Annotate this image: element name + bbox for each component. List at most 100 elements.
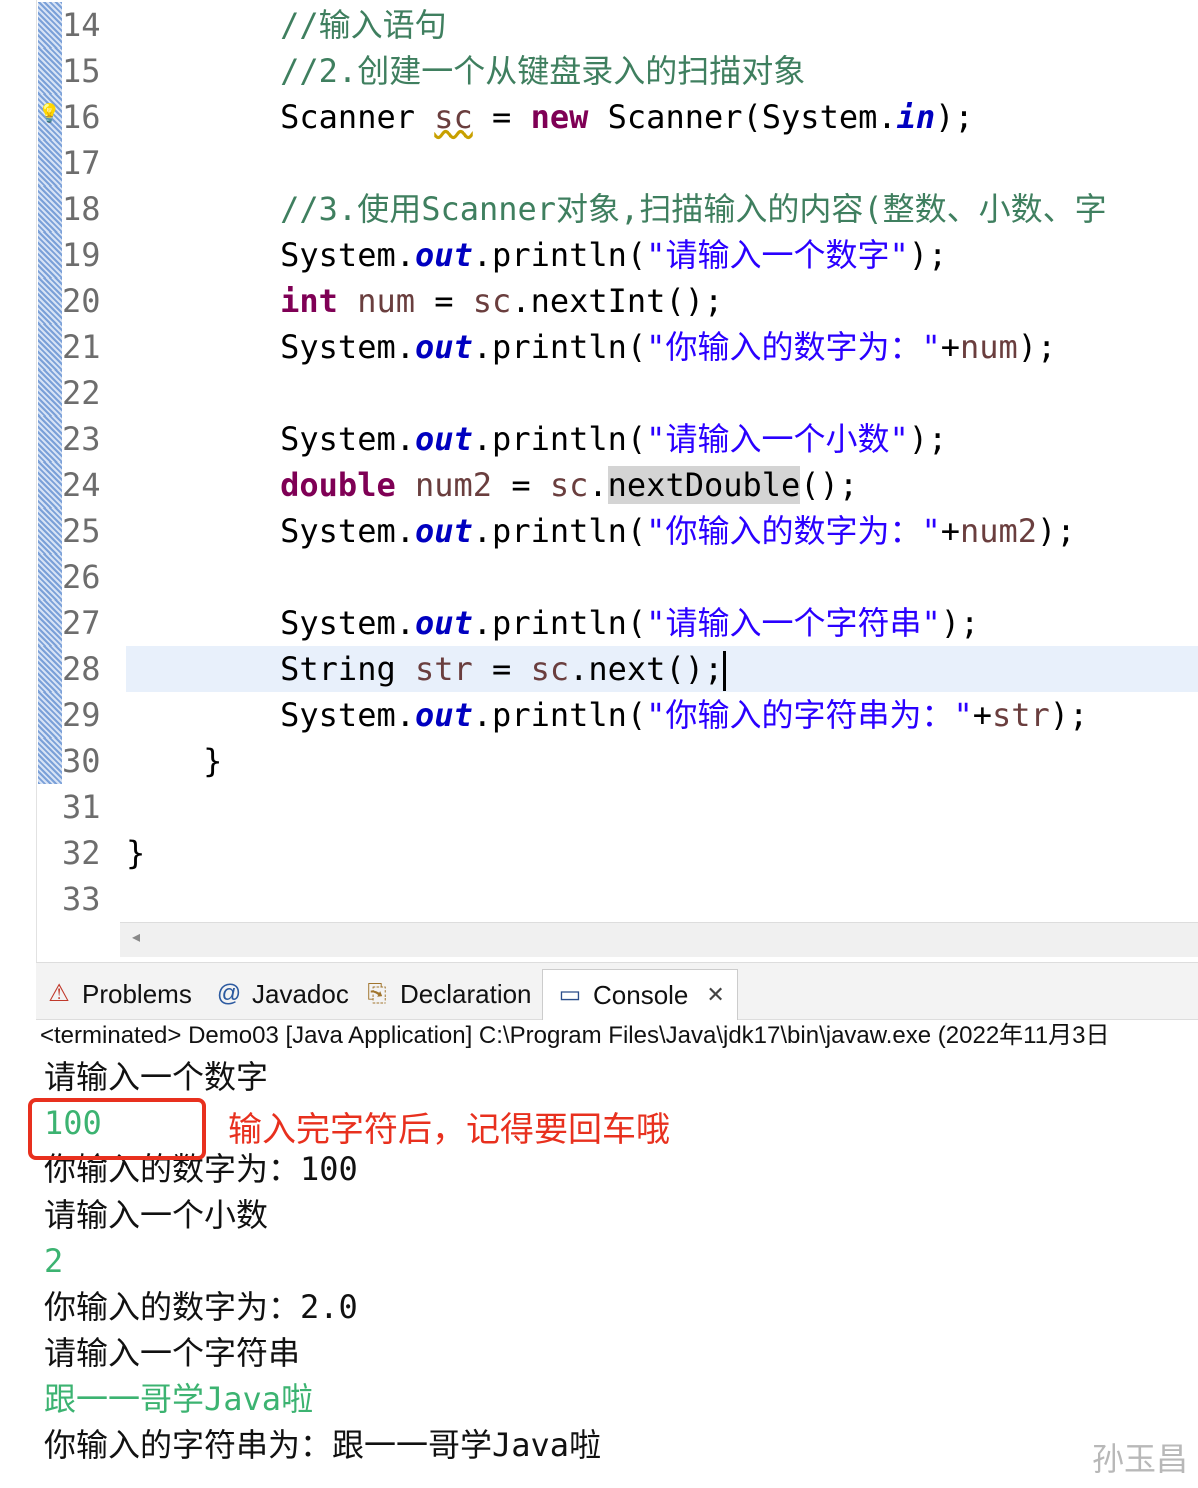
code-token: =: [472, 98, 531, 136]
scroll-left-arrow-icon[interactable]: ◂: [132, 927, 140, 946]
code-token: }: [203, 742, 223, 780]
code-line[interactable]: Scanner sc = new Scanner(System.in);: [126, 94, 974, 140]
code-line[interactable]: System.out.println("请输入一个字符串");: [126, 600, 979, 646]
code-line[interactable]: }: [126, 830, 145, 876]
code-token: .next();: [569, 650, 724, 688]
change-marker: [38, 508, 62, 554]
change-marker: [38, 232, 62, 278]
code-token: "你输入的字符串为：": [646, 696, 973, 734]
code-token: );: [940, 604, 980, 642]
code-token: );: [1017, 328, 1057, 366]
tab-label: Javadoc: [252, 979, 349, 1009]
code-token: sc: [472, 282, 512, 320]
change-marker: [38, 692, 62, 738]
code-token: //输入语句: [280, 6, 447, 44]
line-number: 29: [62, 696, 101, 734]
code-token: nextDouble: [607, 466, 801, 504]
code-line[interactable]: //3.使用Scanner对象,扫描输入的内容(整数、小数、字: [126, 186, 1106, 232]
code-line[interactable]: //2.创建一个从键盘录入的扫描对象: [126, 48, 805, 94]
console-output-line: 请输入一个字符串: [44, 1334, 301, 1372]
line-number: 21: [62, 328, 101, 366]
change-marker: [38, 140, 62, 186]
console-output-line: 你输入的字符串为：跟一一哥学Java啦: [44, 1426, 602, 1464]
code-token: out: [414, 604, 473, 642]
line-number: 24: [62, 466, 101, 504]
problems-icon: ⚠: [48, 980, 70, 1007]
code-line[interactable]: System.out.println("你输入的字符串为："+str);: [126, 692, 1088, 738]
code-token: num2: [959, 512, 1038, 550]
code-token: +: [972, 696, 992, 734]
code-line[interactable]: double num2 = sc.nextDouble();: [126, 462, 858, 508]
tab-declaration[interactable]: ⎘ Declaration: [362, 969, 531, 1019]
view-tab-bar: ⚠ Problems @ Javadoc ⎘ Declaration ▭ Console ✕: [36, 962, 1198, 1020]
code-token: num2: [414, 466, 493, 504]
line-number: 18: [62, 190, 101, 228]
at-icon: @: [216, 980, 242, 1007]
code-token: =: [414, 282, 473, 320]
change-marker: [38, 416, 62, 462]
code-token: .println(: [472, 236, 647, 274]
tab-console[interactable]: ▭ Console ✕: [542, 969, 738, 1020]
code-token: .println(: [472, 512, 647, 550]
code-token: "你输入的数字为：": [646, 512, 941, 550]
code-token: );: [908, 420, 948, 458]
line-number: 28: [62, 650, 101, 688]
code-token: sc: [530, 650, 570, 688]
user-input-line: 跟一一哥学Java啦: [44, 1380, 314, 1418]
code-line[interactable]: System.out.println("你输入的数字为："+num);: [126, 324, 1056, 370]
tab-javadoc[interactable]: @ Javadoc: [214, 969, 349, 1019]
warning-lightbulb-icon[interactable]: 💡: [38, 103, 60, 125]
code-line[interactable]: System.out.println("请输入一个小数");: [126, 416, 947, 462]
code-token: .println(: [472, 328, 647, 366]
console-status: <terminated> Demo03 [Java Application] C…: [40, 1022, 1110, 1049]
change-marker: [38, 738, 62, 784]
overview-ruler: [38, 0, 62, 922]
horizontal-scrollbar[interactable]: ◂: [120, 922, 1198, 957]
code-line[interactable]: String str = sc.next();: [126, 646, 727, 692]
code-line[interactable]: int num = sc.nextInt();: [126, 278, 723, 324]
code-token: );: [908, 236, 948, 274]
line-number: 33: [62, 880, 101, 918]
change-marker: [38, 646, 62, 692]
code-token: int: [280, 282, 338, 320]
code-line[interactable]: }: [126, 738, 222, 784]
code-token: in: [896, 98, 936, 136]
annotation-note: 输入完字符后，记得要回车哦: [228, 1111, 670, 1149]
console-output-line: 你输入的数字为：2.0: [44, 1288, 358, 1326]
line-number: 22: [62, 374, 101, 412]
code-token: System.: [280, 604, 415, 642]
line-number: 27: [62, 604, 101, 642]
code-token: Scanner(System.: [588, 98, 897, 136]
line-number: 20: [62, 282, 101, 320]
code-token: "请输入一个字符串": [646, 604, 941, 642]
change-marker: [38, 554, 62, 600]
code-token: .println(: [472, 420, 647, 458]
code-token: out: [414, 696, 473, 734]
console-output-line: 请输入一个数字: [44, 1058, 269, 1096]
change-marker: [38, 2, 62, 48]
code-token: }: [126, 834, 146, 872]
code-token: System.: [280, 236, 415, 274]
close-icon[interactable]: ✕: [706, 970, 724, 1020]
code-line[interactable]: System.out.println("你输入的数字为："+num2);: [126, 508, 1076, 554]
user-input-line: 2: [44, 1242, 64, 1280]
code-token: );: [1037, 512, 1076, 550]
console-output-line: 请输入一个小数: [44, 1196, 269, 1234]
console-icon: ▭: [558, 981, 582, 1008]
code-token: out: [414, 420, 473, 458]
code-token: +: [940, 328, 960, 366]
code-line[interactable]: System.out.println("请输入一个数字");: [126, 232, 947, 278]
code-token: "请输入一个小数": [646, 420, 909, 458]
line-number: 19: [62, 236, 101, 274]
line-number: 23: [62, 420, 101, 458]
change-marker: [38, 278, 62, 324]
watermark: 孙玉昌: [1091, 1441, 1188, 1477]
code-token: double: [280, 466, 396, 504]
code-token: sc: [434, 98, 473, 136]
line-number: 14: [62, 6, 101, 44]
code-line[interactable]: //输入语句: [126, 2, 447, 48]
code-editor[interactable]: 💡 14 //输入语句 15 //2.创建一个从键盘录入的扫描对象 16 Scann…: [0, 0, 1198, 1488]
tab-problems[interactable]: ⚠ Problems: [44, 969, 192, 1019]
code-token: System.: [280, 512, 415, 550]
